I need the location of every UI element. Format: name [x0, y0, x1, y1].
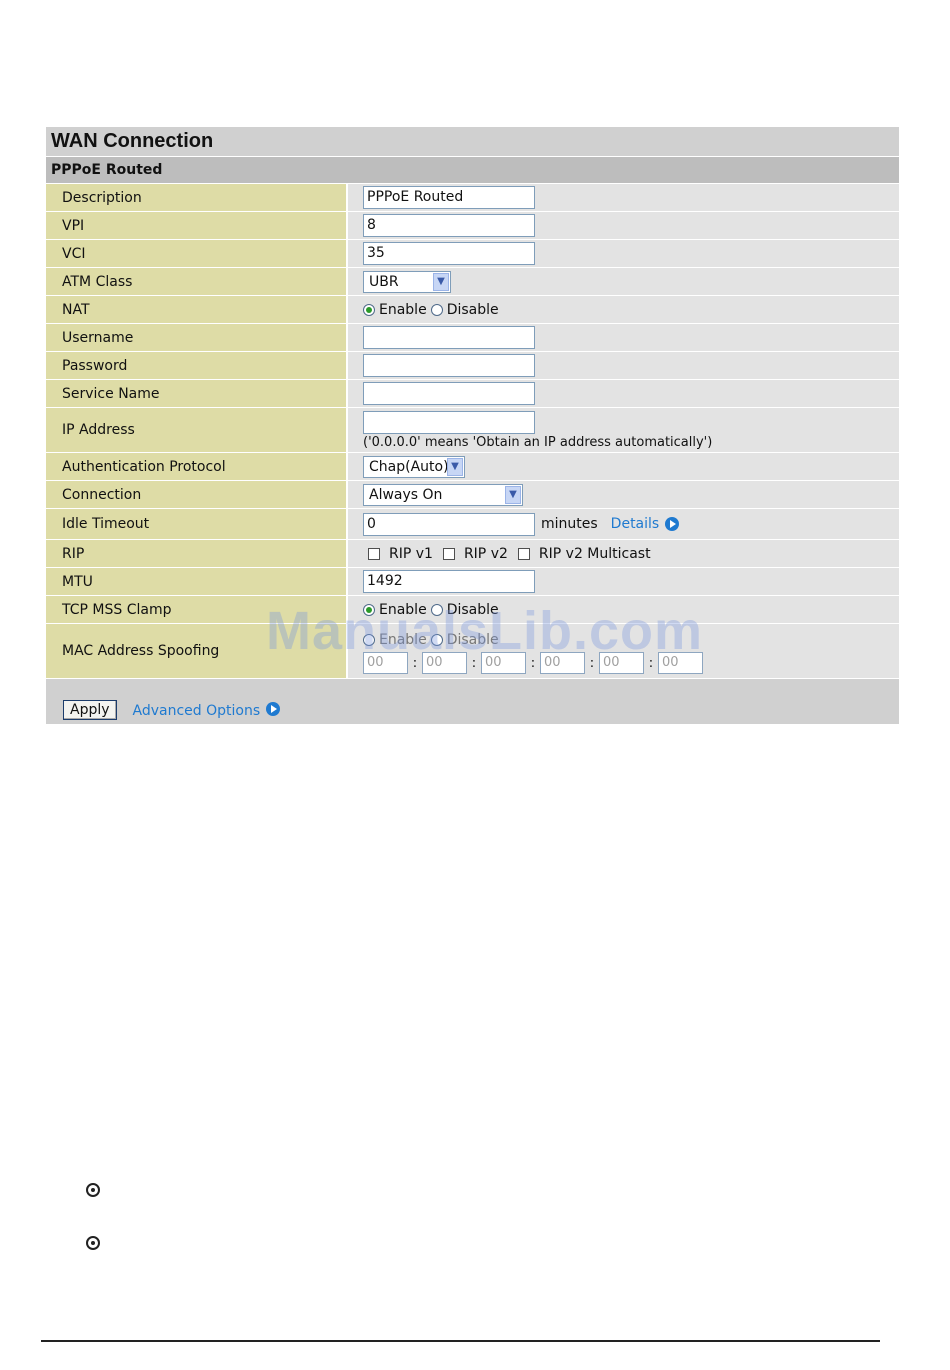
connection-select[interactable]: Always On ▼: [363, 483, 523, 506]
row-description: Description PPPoE Routed: [46, 184, 899, 212]
row-mtu: MTU 1492: [46, 568, 899, 596]
nat-label: NAT: [46, 296, 348, 323]
auth-protocol-label: Authentication Protocol: [46, 453, 348, 480]
auth-protocol-value: Chap(Auto): [369, 458, 449, 475]
page-divider: [41, 1340, 880, 1342]
mtu-input[interactable]: 1492: [363, 570, 535, 593]
arrow-circle-icon[interactable]: [665, 517, 680, 531]
username-label: Username: [46, 324, 348, 351]
description-input[interactable]: PPPoE Routed: [363, 186, 535, 209]
row-vpi: VPI 8: [46, 212, 899, 240]
row-atm-class: ATM Class UBR ▼: [46, 268, 899, 296]
nat-disable-label: Disable: [446, 301, 499, 318]
dropdown-arrow-icon[interactable]: ▼: [447, 457, 463, 476]
rip-v2-checkbox[interactable]: [442, 547, 455, 560]
rip-v2-label: RIP v2: [463, 545, 508, 562]
ip-address-input[interactable]: [363, 410, 535, 434]
dropdown-arrow-icon[interactable]: ▼: [505, 485, 521, 504]
row-idle-timeout: Idle Timeout 0 minutes Details: [46, 509, 899, 540]
auth-protocol-select[interactable]: Chap(Auto) ▼: [363, 455, 465, 478]
password-label: Password: [46, 352, 348, 379]
bullet-icon: [86, 1183, 100, 1197]
nat-disable-radio[interactable]: [430, 303, 443, 316]
idle-timeout-unit: minutes: [541, 516, 598, 532]
mtu-label: MTU: [46, 568, 348, 595]
idle-timeout-input[interactable]: 0: [363, 512, 535, 536]
ip-address-hint: ('0.0.0.0' means 'Obtain an IP address a…: [363, 434, 713, 450]
service-name-input[interactable]: [363, 382, 535, 405]
rip-v2-multicast-label: RIP v2 Multicast: [538, 545, 651, 562]
connection-label: Connection: [46, 481, 348, 508]
row-username: Username: [46, 324, 899, 352]
row-vci: VCI 35: [46, 240, 899, 268]
service-name-label: Service Name: [46, 380, 348, 407]
row-ip-address: IP Address ('0.0.0.0' means 'Obtain an I…: [46, 408, 899, 453]
advanced-options-link[interactable]: Advanced Options: [133, 703, 261, 719]
form-footer: Apply Advanced Options: [46, 679, 899, 724]
page-title: WAN Connection: [46, 127, 899, 157]
atm-class-value: UBR: [369, 273, 399, 290]
password-input[interactable]: [363, 354, 535, 377]
watermark: ManualsLib.com: [266, 601, 704, 661]
vci-input[interactable]: 35: [363, 242, 535, 265]
atm-class-select[interactable]: UBR ▼: [363, 270, 451, 293]
description-label: Description: [46, 184, 348, 211]
rip-v2-multicast-checkbox[interactable]: [517, 547, 530, 560]
vpi-label: VPI: [46, 212, 348, 239]
username-input[interactable]: [363, 326, 535, 349]
rip-label: RIP: [46, 540, 348, 567]
arrow-circle-icon[interactable]: [266, 702, 281, 716]
bullet-icon: [86, 1236, 100, 1250]
row-password: Password: [46, 352, 899, 380]
section-title: PPPoE Routed: [46, 157, 899, 184]
ip-address-label: IP Address: [46, 408, 348, 452]
connection-value: Always On: [369, 486, 443, 503]
row-rip: RIP RIP v1 RIP v2 RIP v2 Multicast: [46, 540, 899, 568]
atm-class-label: ATM Class: [46, 268, 348, 295]
vpi-input[interactable]: 8: [363, 214, 535, 237]
row-nat: NAT Enable Disable: [46, 296, 899, 324]
dropdown-arrow-icon[interactable]: ▼: [433, 272, 449, 291]
vci-label: VCI: [46, 240, 348, 267]
rip-v1-checkbox[interactable]: [368, 547, 380, 560]
row-auth-protocol: Authentication Protocol Chap(Auto) ▼: [46, 453, 899, 481]
nat-enable-label: Enable: [379, 301, 427, 318]
row-connection: Connection Always On ▼: [46, 481, 899, 509]
apply-button[interactable]: Apply: [63, 700, 117, 720]
rip-v1-label: RIP v1: [389, 545, 433, 562]
nat-enable-radio[interactable]: [363, 303, 375, 316]
details-link[interactable]: Details: [611, 516, 660, 532]
idle-timeout-label: Idle Timeout: [46, 509, 348, 539]
row-service-name: Service Name: [46, 380, 899, 408]
